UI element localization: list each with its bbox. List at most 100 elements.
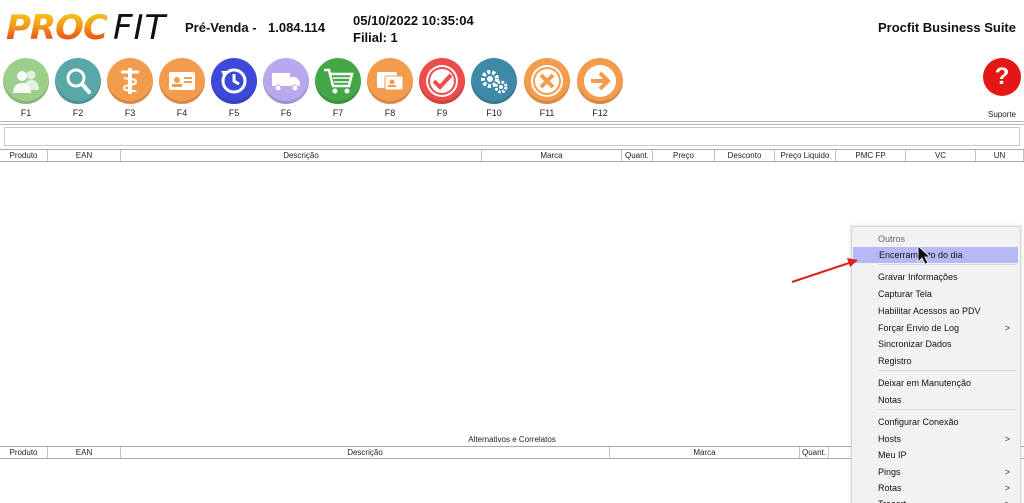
datetime: 05/10/2022 10:35:04	[353, 13, 474, 28]
function-key-f6[interactable]: F6	[260, 58, 312, 118]
sale-number: 1.084.114	[268, 20, 326, 35]
logo-fit-text: FIT	[112, 8, 167, 48]
close-icon	[524, 58, 570, 104]
menu-item-sincronizar-dados[interactable]: Sincronizar Dados	[852, 336, 1020, 352]
column-header-0[interactable]: Produto	[0, 447, 48, 458]
menu-item-label: Deixar em Manutenção	[878, 378, 972, 388]
function-key-f2[interactable]: F2	[52, 58, 104, 118]
column-header-4[interactable]: Quant.	[800, 447, 829, 458]
function-key-f9[interactable]: F9	[416, 58, 468, 118]
column-header-6[interactable]: Desconto	[715, 150, 775, 161]
menu-item-label: Outros	[878, 234, 906, 244]
column-header-0[interactable]: Produto	[0, 150, 48, 161]
submenu-chevron-icon: >	[1004, 434, 1010, 444]
menu-item-label: Tracert	[878, 499, 906, 503]
column-header-9[interactable]: VC	[906, 150, 976, 161]
support-button[interactable]: ? Suporte	[982, 58, 1022, 119]
column-header-5[interactable]: Preço	[653, 150, 715, 161]
function-key-label: F12	[592, 108, 608, 118]
function-key-f8[interactable]: F8	[364, 58, 416, 118]
menu-item-label: Habilitar Acessos ao PDV	[878, 306, 981, 316]
truck-icon	[263, 58, 309, 104]
column-header-3[interactable]: Marca	[482, 150, 622, 161]
toolbar-divider	[0, 121, 1024, 122]
menu-item-habilitar-acessos-ao-pdv[interactable]: Habilitar Acessos ao PDV	[852, 303, 1020, 319]
product-search-input[interactable]	[4, 127, 1020, 146]
menu-item-registro[interactable]: Registro	[852, 353, 1020, 369]
menu-item-tracert[interactable]: Tracert >	[852, 496, 1020, 503]
users-icon	[3, 58, 49, 104]
card-icon	[367, 58, 413, 104]
menu-item-meu-ip[interactable]: Meu IP	[852, 447, 1020, 463]
column-header-10[interactable]: UN	[976, 150, 1024, 161]
column-header-1[interactable]: EAN	[48, 447, 121, 458]
column-header-1[interactable]: EAN	[48, 150, 121, 161]
menu-item-label: Capturar Tela	[878, 289, 932, 299]
help-icon: ?	[983, 58, 1021, 96]
support-label: Suporte	[987, 110, 1017, 119]
suite-title: Procfit Business Suite	[878, 20, 1016, 35]
procfit-logo: PROC FIT	[6, 8, 167, 48]
menu-item-for-ar-envio-de-log[interactable]: Forçar Envio de Log >	[852, 320, 1020, 336]
gears-icon	[471, 58, 517, 104]
function-key-label: F5	[228, 108, 240, 118]
function-key-label: F9	[436, 108, 448, 118]
column-header-4[interactable]: Quant.	[622, 150, 653, 161]
cart-icon	[315, 58, 361, 104]
menu-item-label: Notas	[878, 395, 902, 405]
products-table-header: Produto EAN Descrição Marca Quant. Preço Desco…	[0, 149, 1024, 162]
menu-item-rotas[interactable]: Rotas >	[852, 480, 1020, 496]
function-key-f7[interactable]: F7	[312, 58, 364, 118]
submenu-chevron-icon: >	[1004, 467, 1010, 477]
menu-separator	[878, 264, 1016, 265]
submenu-chevron-icon: >	[1005, 496, 1010, 503]
menu-item-pings[interactable]: Pings >	[852, 464, 1020, 480]
branch-label: Filial: 1	[353, 30, 398, 45]
menu-item-label: Sincronizar Dados	[878, 339, 952, 349]
column-header-2[interactable]: Descrição	[121, 447, 610, 458]
menu-item-deixar-em-manuten-o[interactable]: Deixar em Manutenção	[852, 375, 1020, 391]
function-key-label: F11	[539, 108, 555, 118]
menu-separator	[878, 409, 1016, 410]
column-header-2[interactable]: Descrição	[121, 150, 482, 161]
toolbar-divider-2	[0, 124, 1024, 125]
function-key-f11[interactable]: F11	[521, 58, 573, 118]
function-key-label: F1	[20, 108, 32, 118]
menu-item-hosts[interactable]: Hosts >	[852, 431, 1020, 447]
function-key-f3[interactable]: F3	[104, 58, 156, 118]
mode-label: Pré-Venda -	[185, 20, 257, 35]
submenu-chevron-icon: >	[1004, 323, 1010, 333]
menu-item-label: Forçar Envio de Log	[878, 323, 960, 333]
pre-venda-window: PROC FIT Pré-Venda - 1.084.114 05/10/202…	[0, 0, 1024, 503]
menu-item-label: Rotas	[878, 483, 902, 493]
menu-item-label: Meu IP	[878, 450, 907, 460]
menu-item-label: Configurar Conexão	[878, 417, 959, 427]
context-menu: Outros Encerramento do dia Gravar Informaç…	[851, 226, 1021, 503]
function-key-f12[interactable]: F12	[574, 58, 626, 118]
menu-item-encerramento-do-dia[interactable]: Encerramento do dia	[853, 247, 1018, 263]
function-key-f4[interactable]: F4	[156, 58, 208, 118]
menu-item-outros: Outros	[852, 231, 1020, 247]
menu-item-configurar-conex-o[interactable]: Configurar Conexão	[852, 414, 1020, 430]
logo-proc-text: PROC	[6, 8, 108, 48]
clock-refresh-icon	[211, 58, 257, 104]
menu-item-notas[interactable]: Notas	[852, 392, 1020, 408]
function-key-label: F10	[486, 108, 502, 118]
column-header-3[interactable]: Marca	[610, 447, 800, 458]
function-key-label: F6	[280, 108, 292, 118]
column-header-7[interactable]: Preço Liquido	[775, 150, 836, 161]
function-key-f10[interactable]: F10	[468, 58, 520, 118]
menu-item-label: Gravar Informações	[878, 272, 958, 282]
menu-item-label: Hosts	[878, 434, 902, 444]
menu-separator	[878, 370, 1016, 371]
function-key-f5[interactable]: F5	[208, 58, 260, 118]
column-header-8[interactable]: PMC FP	[836, 150, 906, 161]
id-card-icon	[159, 58, 205, 104]
submenu-chevron-icon: >	[1004, 483, 1010, 493]
medical-icon	[107, 58, 153, 104]
check-icon	[419, 58, 465, 104]
function-key-f1[interactable]: F1	[0, 58, 52, 118]
menu-item-gravar-informa-es[interactable]: Gravar Informações	[852, 269, 1020, 285]
menu-item-capturar-tela[interactable]: Capturar Tela	[852, 286, 1020, 302]
function-key-label: F2	[72, 108, 84, 118]
